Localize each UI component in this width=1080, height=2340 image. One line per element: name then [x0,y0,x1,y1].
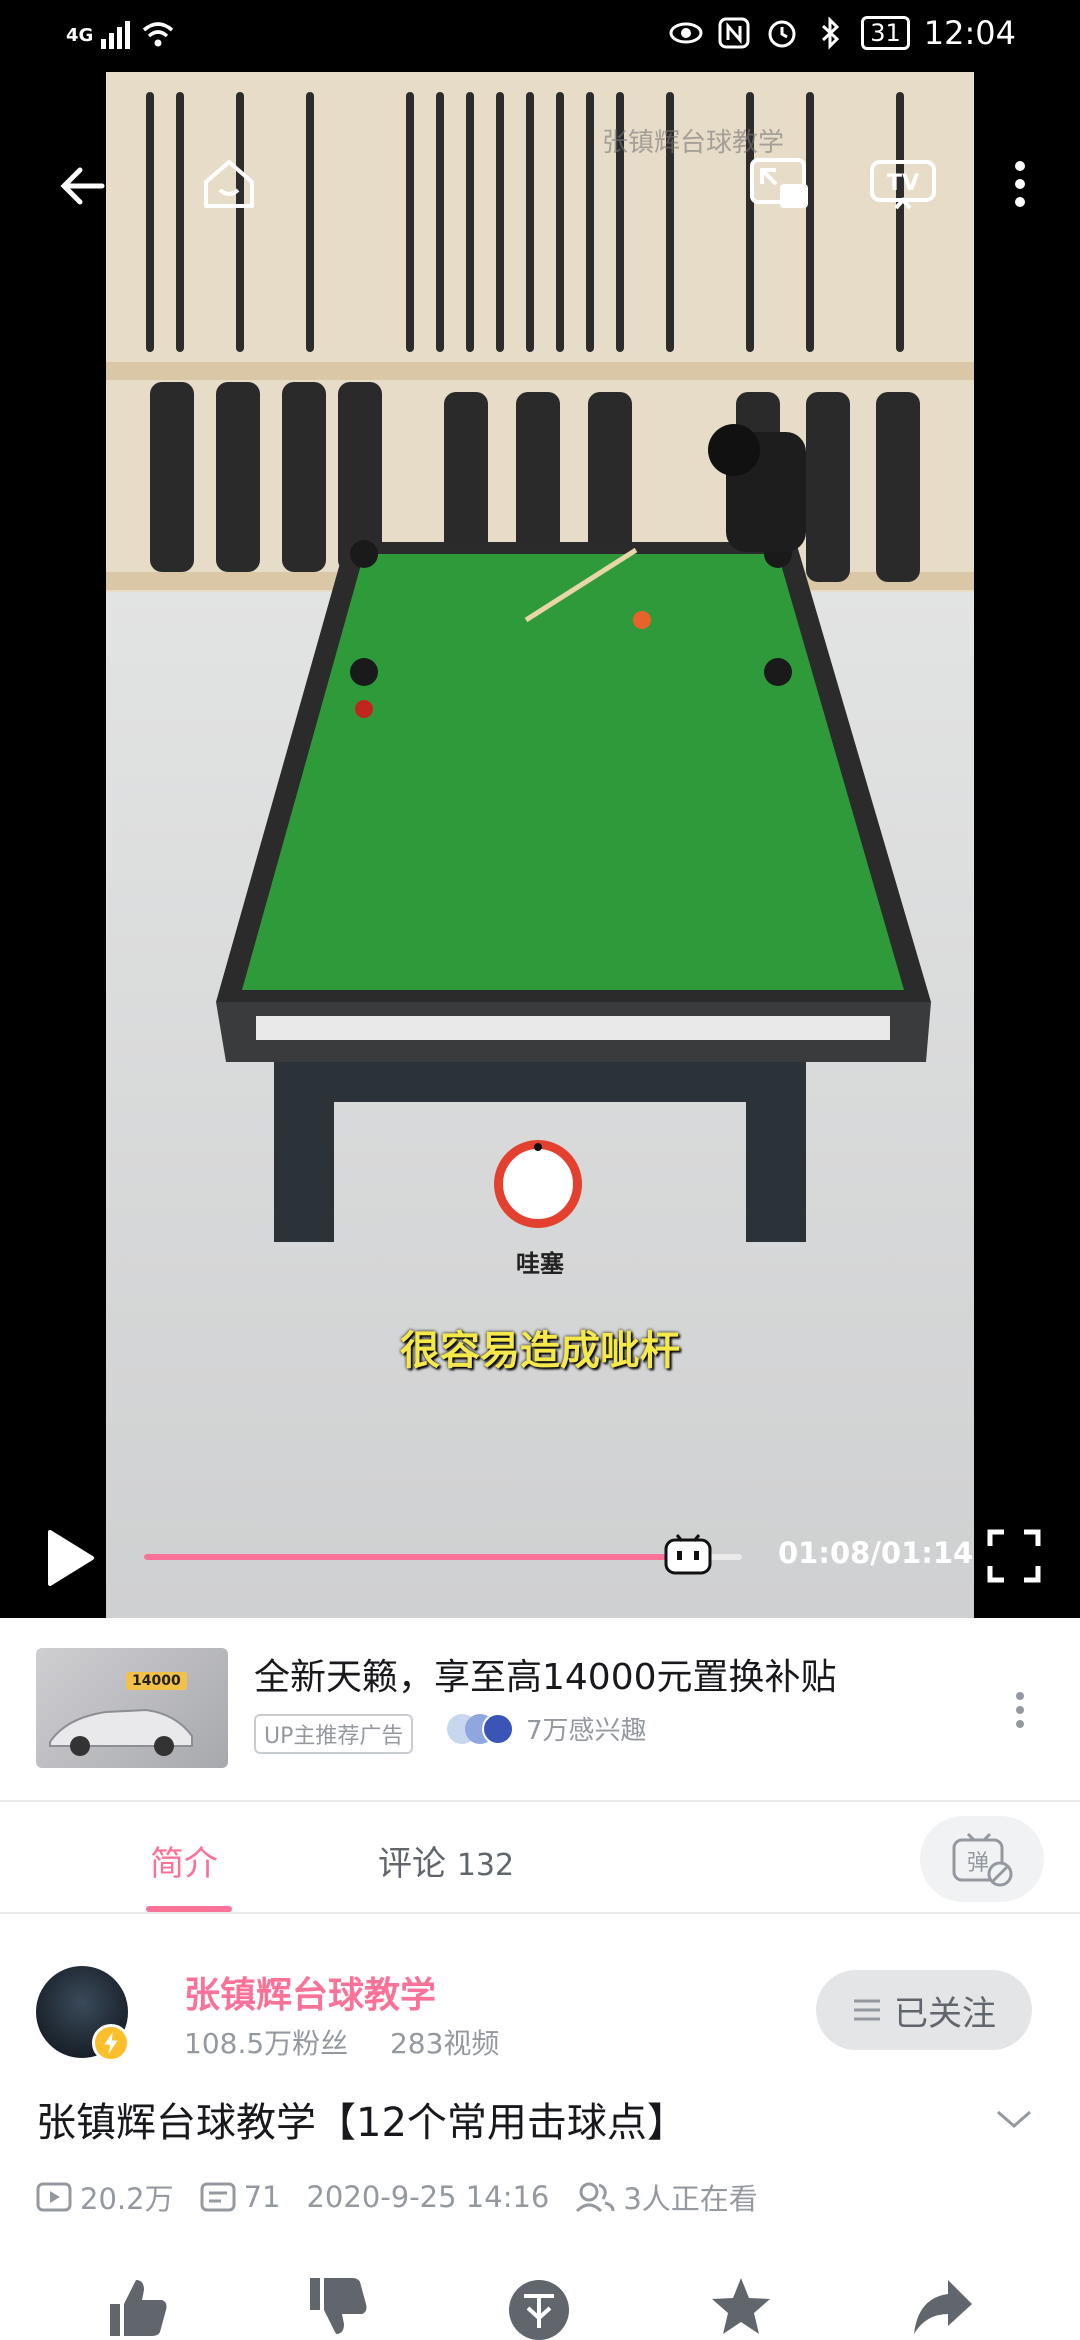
ad-title[interactable]: 全新天籁，享至高14000元置换补贴 [254,1648,837,1700]
status-icons: 31 12:04 [669,14,1016,52]
ad-thumbnail[interactable]: 14000 [36,1648,228,1768]
network-type: 4G [66,24,94,46]
back-icon[interactable] [56,160,108,212]
video-title: 张镇辉台球教学【12个常用击球点】 [36,2100,687,2146]
uploader-name[interactable]: 张镇辉台球教学 [184,1966,436,2018]
car-image [49,1708,193,1756]
coin-icon[interactable] [506,2274,572,2340]
progress-knob-tv-icon[interactable] [663,1532,713,1576]
svg-text:TV: TV [887,171,919,196]
views-stat: 20.2万 [36,2176,174,2218]
uploader-fans: 108.5万粉丝 [184,2027,349,2060]
danmaku-stat: 71 [200,2180,281,2214]
ad-more-icon[interactable] [1008,1688,1032,1732]
like-icon[interactable] [104,2274,170,2340]
eye-icon [669,22,703,44]
progress-fill [144,1554,689,1560]
menu-icon [854,1999,880,2021]
tab-intro[interactable]: 简介 [150,1836,218,1885]
chevron-down-icon[interactable] [994,2104,1034,2134]
tab-comments-count: 132 [456,1848,515,1883]
more-icon[interactable] [1008,156,1032,212]
player-head [708,424,760,476]
publish-date: 2020-9-25 14:16 [306,2180,549,2214]
danmu-off-icon: 弹 [952,1832,1013,1887]
people-watching-icon [576,2182,615,2213]
signal-area: 4G [66,18,175,52]
battery-level: 31 [870,19,901,47]
video-subtitle: 很容易造成呲杆 [400,1328,680,1374]
bluetooth-icon [822,16,840,50]
hit-point-label: 哇塞 [516,1250,564,1278]
uploader-info: 张镇辉台球教学 108.5万粉丝 283视频 已关注 [0,1914,1080,2074]
clock: 12:04 [923,14,1016,52]
ad-thumb-badge: 14000 [126,1672,187,1690]
uploader-videos: 283视频 [389,2027,500,2060]
publish-date-text: 2020-9-25 14:16 [306,2180,550,2214]
signal-icon [101,21,133,49]
followed-button[interactable]: 已关注 [816,1970,1032,2050]
play-icon[interactable] [44,1528,96,1588]
tv-icon[interactable]: TV [868,156,938,212]
svg-text:弹: 弹 [967,1851,989,1876]
user-avatars-icon [447,1712,514,1745]
tab-bar: 简介 评论 132 弹 [0,1800,1080,1914]
hit-point-marker [494,1140,582,1228]
pool-table [216,424,931,1242]
watching-stat: 3人正在看 [575,2176,758,2218]
favorite-star-icon[interactable] [708,2274,774,2340]
ad-interest-count: 7万感兴趣 [526,1716,647,1746]
play-count-icon [36,2182,72,2212]
video-time: 01:08/01:14 [778,1536,974,1570]
progress-bar[interactable] [144,1534,742,1575]
video-meta: 20.2万 71 2020-9-25 14:16 3人正在看 [36,2176,784,2218]
danmaku-count: 71 [243,2180,281,2214]
battery-indicator: 31 [861,16,910,50]
home-icon[interactable] [200,156,258,214]
wifi-icon [143,22,174,47]
ad-tag: UP主推荐广告 [254,1714,414,1754]
followed-label: 已关注 [894,1993,996,2034]
views-count: 20.2万 [80,2182,174,2216]
danmaku-count-icon [200,2182,236,2212]
status-bar: 4G 31 12:04 [0,0,1080,72]
action-bar [0,2262,1080,2340]
ad-card[interactable]: 14000 全新天籁，享至高14000元置换补贴 UP主推荐广告 7万感兴趣 [0,1618,1080,1800]
alarm-icon [768,20,796,48]
danmu-toggle-button[interactable]: 弹 [920,1816,1044,1902]
fullscreen-icon[interactable] [986,1528,1042,1584]
tab-comments-label: 评论 [378,1844,446,1884]
video-player[interactable]: 张镇辉台球教学 TV 哇塞 很容易造成呲杆 01:08/01:14 [0,72,1080,1618]
lightning-badge-icon [92,2024,130,2062]
nfc-icon [718,17,750,49]
dislike-icon[interactable] [304,2274,370,2340]
watching-count: 3人正在看 [623,2182,758,2216]
cue-ball [633,611,651,629]
ad-interest: 7万感兴趣 [444,1710,647,1747]
uploader-stats: 108.5万粉丝 283视频 [184,2022,499,2062]
pip-icon[interactable] [748,156,812,212]
tab-comments[interactable]: 评论 132 [378,1836,514,1885]
tab-underline [146,1906,232,1912]
share-icon[interactable] [910,2274,976,2340]
object-ball [355,700,373,718]
